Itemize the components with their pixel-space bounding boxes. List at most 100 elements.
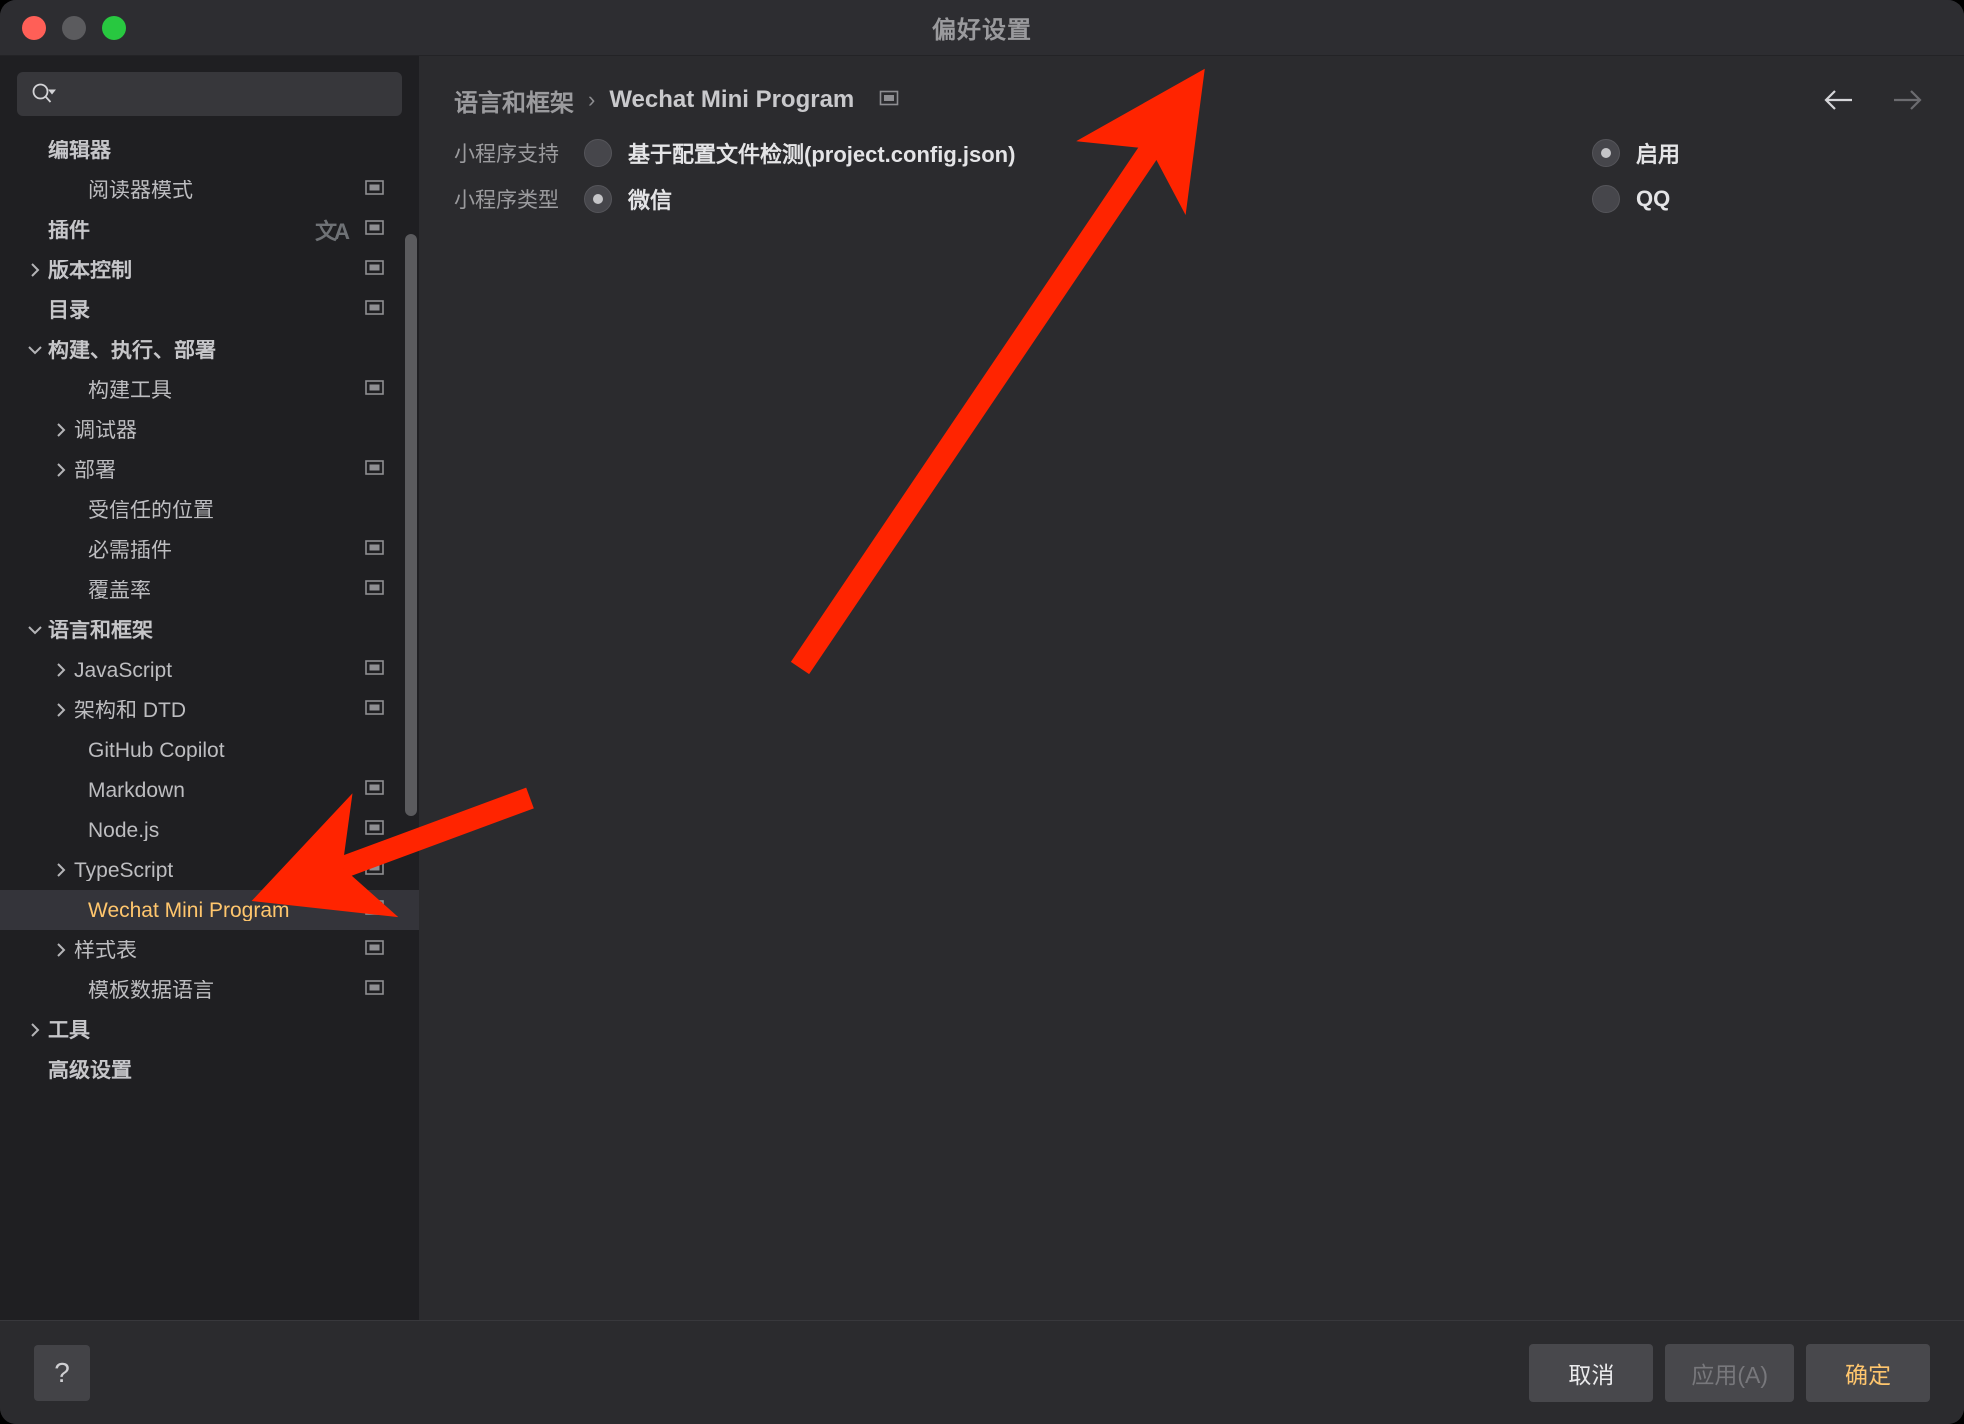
apply-button[interactable]: 应用(A) <box>1665 1343 1794 1402</box>
settings-row: 小程序类型 微信 <box>420 176 1964 222</box>
chevron-toggle[interactable] <box>48 462 74 478</box>
gear-icon[interactable] <box>878 87 900 114</box>
settings-sidebar: 编辑器阅读器模式 插件 文A 版本控制目录构建、执行、部署构建工具调试器 部署受信任的位… <box>0 56 420 1320</box>
sidebar-item-22[interactable]: 工具 <box>0 1010 419 1050</box>
arrow-left-icon[interactable] <box>1822 83 1856 117</box>
sidebar-item-2[interactable]: 插件 文A <box>0 210 419 250</box>
sidebar-item-5[interactable]: 构建、执行、部署 <box>0 330 419 370</box>
sidebar-item-label: 受信任的位置 <box>88 499 214 521</box>
settings-row: QQ <box>1592 176 1680 222</box>
gear-icon[interactable] <box>364 977 385 1003</box>
gear-icon[interactable] <box>364 857 385 883</box>
sidebar-item-9[interactable]: 受信任的位置 <box>0 490 419 530</box>
gear-icon[interactable] <box>364 257 385 283</box>
sidebar-item-label: 模板数据语言 <box>88 979 214 1001</box>
footer-actions: 取消 应用(A) 确定 <box>1529 1343 1930 1402</box>
sidebar-item-label: 样式表 <box>74 939 137 961</box>
chevron-toggle[interactable] <box>48 942 74 958</box>
radio-enable[interactable] <box>1592 139 1620 167</box>
sidebar-scrollbar[interactable] <box>405 234 417 816</box>
radio-qq[interactable] <box>1592 185 1620 213</box>
sidebar-item-23[interactable]: 高级设置 <box>0 1050 419 1090</box>
sidebar-item-3[interactable]: 版本控制 <box>0 250 419 290</box>
history-nav-buttons <box>1822 83 1934 117</box>
sidebar-item-8[interactable]: 部署 <box>0 450 419 490</box>
sidebar-item-20[interactable]: 样式表 <box>0 930 419 970</box>
chevron-toggle[interactable] <box>48 662 74 678</box>
maximize-window-button[interactable] <box>102 15 126 40</box>
gear-icon[interactable] <box>364 577 385 603</box>
sidebar-item-17[interactable]: Node.js <box>0 810 419 850</box>
radio-config-file-detect[interactable] <box>584 139 612 167</box>
gear-icon[interactable] <box>364 937 385 963</box>
chevron-toggle[interactable] <box>22 342 48 358</box>
radio-enable-label: 启用 <box>1636 142 1681 167</box>
settings-main-panel: 语言和框架 › Wechat Mini Program 小程序支持 基于配置文件… <box>420 56 1964 1320</box>
search-container <box>0 56 419 126</box>
window-titlebar: 偏好设置 <box>0 0 1964 56</box>
sidebar-item-label: 工具 <box>48 1019 90 1041</box>
gear-icon[interactable] <box>364 177 385 203</box>
chevron-right-icon <box>57 703 66 717</box>
sidebar-item-18[interactable]: TypeScript <box>0 850 419 890</box>
gear-icon[interactable] <box>364 897 385 923</box>
sidebar-item-label: 编辑器 <box>48 139 111 161</box>
settings-row-label: 小程序支持 <box>454 143 559 166</box>
search-icon <box>32 83 56 103</box>
help-button[interactable]: ? <box>34 1344 90 1401</box>
chevron-toggle[interactable] <box>48 862 74 878</box>
sidebar-item-label: 目录 <box>48 299 90 321</box>
sidebar-item-21[interactable]: 模板数据语言 <box>0 970 419 1010</box>
chevron-toggle[interactable] <box>22 1022 48 1038</box>
search-input[interactable] <box>65 83 388 105</box>
arrow-right-icon[interactable] <box>1890 83 1924 117</box>
sidebar-item-0[interactable]: 编辑器 <box>0 130 419 170</box>
chevron-toggle[interactable] <box>22 622 48 638</box>
gear-icon[interactable] <box>364 657 385 683</box>
chevron-toggle[interactable] <box>48 422 74 438</box>
gear-icon[interactable] <box>364 697 385 723</box>
sidebar-scrollbar-thumb[interactable] <box>405 234 417 816</box>
chevron-down-icon <box>28 346 42 355</box>
traffic-lights <box>0 15 126 40</box>
chevron-toggle[interactable] <box>22 262 48 278</box>
sidebar-item-label: 架构和 DTD <box>74 699 186 721</box>
breadcrumb-separator: › <box>588 87 596 112</box>
settings-row-label: 小程序类型 <box>454 189 559 212</box>
preferences-window: 偏好设置 编辑器阅读器模式 插件 文A 版本控制目录构建、执行、部署构建工具调试器 部署… <box>0 0 1964 1424</box>
gear-icon[interactable] <box>364 377 385 403</box>
gear-icon[interactable] <box>364 217 385 243</box>
sidebar-item-label: 构建工具 <box>88 379 172 401</box>
sidebar-item-16[interactable]: Markdown <box>0 770 419 810</box>
ok-button[interactable]: 确定 <box>1806 1343 1930 1402</box>
chevron-right-icon <box>57 463 66 477</box>
sidebar-item-1[interactable]: 阅读器模式 <box>0 170 419 210</box>
sidebar-item-label: 高级设置 <box>48 1059 132 1081</box>
gear-icon[interactable] <box>364 297 385 323</box>
minimize-window-button[interactable] <box>62 15 86 40</box>
gear-icon[interactable] <box>364 777 385 803</box>
gear-icon[interactable] <box>364 817 385 843</box>
chevron-toggle[interactable] <box>48 702 74 718</box>
breadcrumb-parent[interactable]: 语言和框架 <box>454 83 574 118</box>
gear-icon[interactable] <box>364 457 385 483</box>
gear-icon[interactable] <box>364 537 385 563</box>
sidebar-item-7[interactable]: 调试器 <box>0 410 419 450</box>
radio-wechat[interactable] <box>584 185 612 213</box>
sidebar-item-12[interactable]: 语言和框架 <box>0 610 419 650</box>
radio-config-file-detect-label: 基于配置文件检测(project.config.json) <box>628 142 1016 167</box>
sidebar-item-4[interactable]: 目录 <box>0 290 419 330</box>
cancel-button[interactable]: 取消 <box>1529 1343 1654 1402</box>
close-window-button[interactable] <box>22 15 46 40</box>
sidebar-item-13[interactable]: JavaScript <box>0 650 419 690</box>
sidebar-item-11[interactable]: 覆盖率 <box>0 570 419 610</box>
sidebar-item-10[interactable]: 必需插件 <box>0 530 419 570</box>
sidebar-item-15[interactable]: GitHub Copilot <box>0 730 419 770</box>
sidebar-item-14[interactable]: 架构和 DTD <box>0 690 419 730</box>
sidebar-item-19[interactable]: Wechat Mini Program <box>0 890 419 930</box>
search-box[interactable] <box>17 72 402 116</box>
translate-icon[interactable]: 文A <box>315 214 350 246</box>
settings-row: 启用 <box>1592 130 1680 176</box>
chevron-right-icon <box>31 263 40 277</box>
sidebar-item-6[interactable]: 构建工具 <box>0 370 419 410</box>
